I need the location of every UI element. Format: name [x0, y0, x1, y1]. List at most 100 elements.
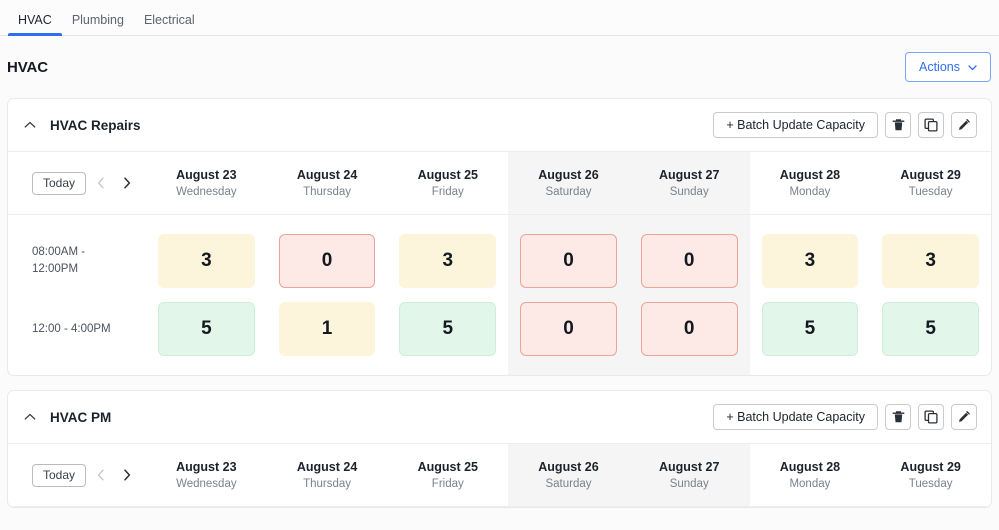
day-header-date: August 26	[538, 460, 598, 474]
grid-spacer	[870, 363, 991, 375]
grid-spacer	[629, 363, 750, 375]
day-header: August 28 Monday	[750, 152, 871, 215]
grid-spacer	[267, 215, 388, 227]
tab-plumbing-label: Plumbing	[72, 13, 124, 27]
day-header-date: August 24	[297, 168, 357, 182]
day-header: August 25 Friday	[387, 152, 508, 215]
today-button[interactable]: Today	[32, 172, 86, 195]
day-header-date: August 25	[418, 460, 478, 474]
chevron-right-icon[interactable]	[116, 171, 138, 195]
duplicate-icon[interactable]	[918, 112, 944, 138]
time-slot-label: 12:00 - 4:00PM	[8, 295, 146, 363]
day-header-weekday: Tuesday	[909, 186, 953, 198]
main-tab-bar: HVAC Plumbing Electrical	[0, 0, 999, 36]
day-header-weekday: Saturday	[545, 186, 591, 198]
section-card-hvac-repairs: HVAC Repairs + Batch Update Capacity	[7, 98, 992, 376]
grid-spacer	[387, 363, 508, 375]
capacity-chip[interactable]: 5	[399, 302, 496, 356]
capacity-chip[interactable]: 5	[762, 302, 859, 356]
capacity-chip[interactable]: 0	[520, 302, 617, 356]
capacity-chip[interactable]: 5	[158, 302, 255, 356]
day-header-date: August 26	[538, 168, 598, 182]
today-button[interactable]: Today	[32, 464, 86, 487]
edit-icon[interactable]	[951, 112, 977, 138]
capacity-cell: 5	[750, 295, 871, 363]
grid-spacer	[629, 215, 750, 227]
capacity-chip[interactable]: 3	[399, 234, 496, 288]
capacity-cell: 0	[508, 295, 629, 363]
capacity-chip[interactable]: 0	[520, 234, 617, 288]
grid-spacer	[267, 363, 388, 375]
day-header: August 29 Tuesday	[870, 444, 991, 507]
day-header: August 29 Tuesday	[870, 152, 991, 215]
day-header-date: August 27	[659, 460, 719, 474]
chevron-up-icon[interactable]	[24, 408, 36, 426]
day-header: August 23 Wednesday	[146, 152, 267, 215]
tab-electrical-label: Electrical	[144, 13, 195, 27]
capacity-cell: 5	[387, 295, 508, 363]
capacity-cell: 3	[387, 227, 508, 295]
actions-button[interactable]: Actions	[905, 52, 991, 82]
delete-icon[interactable]	[885, 404, 911, 430]
capacity-cell: 3	[146, 227, 267, 295]
capacity-chip[interactable]: 0	[641, 302, 738, 356]
capacity-cell: 0	[267, 227, 388, 295]
section-header: HVAC PM + Batch Update Capacity	[8, 391, 991, 444]
capacity-chip[interactable]: 3	[762, 234, 859, 288]
capacity-grid: Today August 23 Wednesday August 24 Thur…	[8, 444, 991, 507]
capacity-chip[interactable]: 1	[279, 302, 376, 356]
day-header-weekday: Friday	[432, 186, 464, 198]
time-slot-line: 12:00PM	[32, 263, 78, 275]
day-header: August 27 Sunday	[629, 444, 750, 507]
grid-spacer	[508, 215, 629, 227]
page-header: HVAC Actions	[0, 36, 999, 98]
day-header-weekday: Wednesday	[176, 186, 237, 198]
capacity-cell: 1	[267, 295, 388, 363]
tab-hvac[interactable]: HVAC	[8, 14, 62, 36]
time-slot-line: 12:00 - 4:00PM	[32, 323, 111, 335]
day-header: August 28 Monday	[750, 444, 871, 507]
day-header-date: August 29	[900, 460, 960, 474]
day-header: August 26 Saturday	[508, 444, 629, 507]
grid-spacer	[387, 215, 508, 227]
day-header-date: August 28	[780, 168, 840, 182]
time-slot-line: 08:00AM -	[32, 246, 85, 258]
tab-plumbing[interactable]: Plumbing	[62, 14, 134, 36]
grid-spacer	[8, 215, 146, 227]
duplicate-icon[interactable]	[918, 404, 944, 430]
day-header-weekday: Sunday	[670, 478, 709, 490]
grid-spacer	[870, 215, 991, 227]
capacity-chip[interactable]: 5	[882, 302, 979, 356]
day-header: August 25 Friday	[387, 444, 508, 507]
delete-icon[interactable]	[885, 112, 911, 138]
chevron-right-icon[interactable]	[116, 463, 138, 487]
tab-electrical[interactable]: Electrical	[134, 14, 205, 36]
batch-update-capacity-button[interactable]: + Batch Update Capacity	[713, 404, 878, 430]
time-slot-label: 08:00AM - 12:00PM	[8, 227, 146, 295]
section-header: HVAC Repairs + Batch Update Capacity	[8, 99, 991, 152]
grid-spacer	[146, 363, 267, 375]
section-card-hvac-pm: HVAC PM + Batch Update Capacity	[7, 390, 992, 508]
page-title: HVAC	[7, 59, 48, 76]
capacity-cell: 0	[629, 227, 750, 295]
capacity-chip[interactable]: 0	[641, 234, 738, 288]
chevron-up-icon[interactable]	[24, 116, 36, 134]
capacity-cell: 3	[750, 227, 871, 295]
day-header-date: August 24	[297, 460, 357, 474]
capacity-chip[interactable]: 3	[882, 234, 979, 288]
day-header-weekday: Thursday	[303, 478, 351, 490]
grid-spacer	[8, 363, 146, 375]
capacity-chip[interactable]: 3	[158, 234, 255, 288]
chevron-left-icon[interactable]	[90, 171, 112, 195]
day-header-date: August 27	[659, 168, 719, 182]
capacity-cell: 0	[629, 295, 750, 363]
day-header-weekday: Tuesday	[909, 478, 953, 490]
day-header-date: August 25	[418, 168, 478, 182]
chevron-left-icon[interactable]	[90, 463, 112, 487]
edit-icon[interactable]	[951, 404, 977, 430]
day-header-weekday: Monday	[789, 186, 830, 198]
actions-button-label: Actions	[919, 60, 960, 74]
day-header: August 26 Saturday	[508, 152, 629, 215]
batch-update-capacity-button[interactable]: + Batch Update Capacity	[713, 112, 878, 138]
capacity-chip[interactable]: 0	[279, 234, 376, 288]
